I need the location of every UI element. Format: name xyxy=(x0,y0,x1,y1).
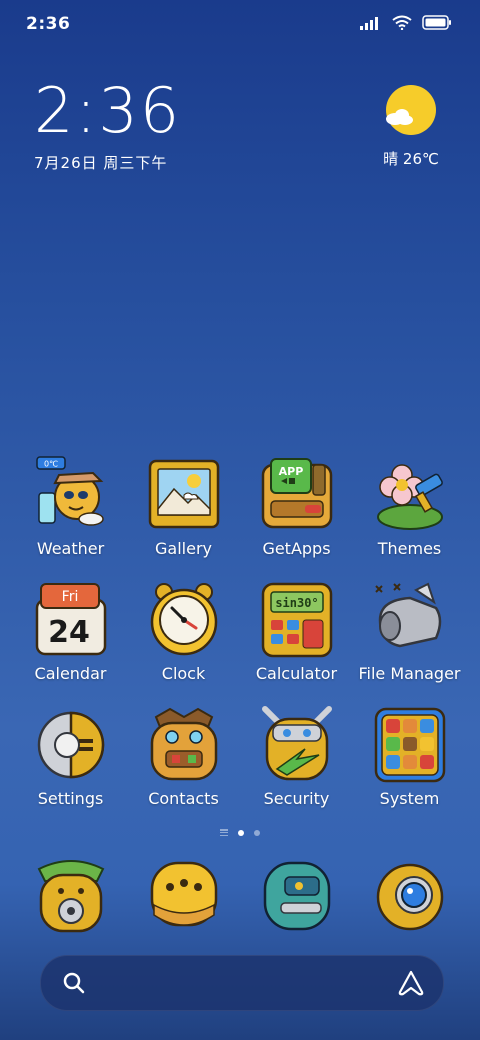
app-label: Calculator xyxy=(255,664,338,683)
getapps-icon-text: APP xyxy=(278,465,303,478)
dock-messages[interactable] xyxy=(127,855,240,935)
app-gallery[interactable]: Gallery xyxy=(127,455,240,580)
app-row: Settings Contacts Security System xyxy=(14,705,466,830)
app-label: Clock xyxy=(161,664,206,683)
dock-browser[interactable] xyxy=(240,855,353,935)
calculator-display-text: sin30° xyxy=(275,596,318,610)
app-themes[interactable]: Themes xyxy=(353,455,466,580)
camera-icon xyxy=(370,855,450,935)
app-label: Security xyxy=(263,789,330,808)
app-file-manager[interactable]: File Manager xyxy=(353,580,466,705)
getapps-icon: APP xyxy=(257,455,337,535)
app-row: 0℃ Weather Gallery APP GetApps Themes xyxy=(14,455,466,580)
widget-time: 2:36 xyxy=(34,74,182,147)
clock-widget[interactable]: 2:36 7月26日 周三下午 xyxy=(34,80,181,173)
dock-phone[interactable] xyxy=(14,855,127,935)
cellular-signal-icon xyxy=(360,16,378,30)
app-label: GetApps xyxy=(262,539,331,558)
sunny-cloud-icon xyxy=(385,84,437,136)
app-security[interactable]: Security xyxy=(240,705,353,830)
status-bar: 2:36 xyxy=(0,0,480,50)
dock-camera[interactable] xyxy=(353,855,466,935)
app-weather[interactable]: 0℃ Weather xyxy=(14,455,127,580)
app-label: System xyxy=(379,789,440,808)
contacts-icon xyxy=(144,705,224,785)
calendar-day-name: Fri xyxy=(61,589,78,605)
page-dot[interactable] xyxy=(254,829,260,836)
app-grid: 0℃ Weather Gallery APP GetApps Themes Fr… xyxy=(14,455,466,830)
messages-icon xyxy=(144,855,224,935)
browser-icon xyxy=(257,855,337,935)
app-row: Fri 24 Calendar Clock sin30° Calculator … xyxy=(14,580,466,705)
dock xyxy=(14,855,466,935)
app-label: Settings xyxy=(37,789,104,808)
wifi-icon xyxy=(392,15,412,30)
weather-badge-text: 0℃ xyxy=(43,460,57,469)
system-icon xyxy=(370,705,450,785)
phone-icon xyxy=(31,855,111,935)
app-clock[interactable]: Clock xyxy=(127,580,240,705)
widget-date: 7月26日 周三下午 xyxy=(34,154,168,172)
app-settings[interactable]: Settings xyxy=(14,705,127,830)
weather-temp: 晴 26℃ xyxy=(383,150,439,168)
weather-icon: 0℃ xyxy=(31,455,111,535)
app-getapps[interactable]: APP GetApps xyxy=(240,455,353,580)
weather-widget[interactable]: 晴 26℃ xyxy=(376,80,446,169)
search-bar[interactable] xyxy=(40,955,444,1011)
app-label: Weather xyxy=(36,539,105,558)
app-label: Gallery xyxy=(155,539,212,558)
calendar-day-number: 24 xyxy=(48,615,90,650)
calculator-icon: sin30° xyxy=(257,580,337,660)
app-contacts[interactable]: Contacts xyxy=(127,705,240,830)
clock-icon xyxy=(144,580,224,660)
page-indicator[interactable] xyxy=(0,829,480,836)
settings-icon xyxy=(31,705,111,785)
search-icon[interactable] xyxy=(61,970,87,996)
app-label: Calendar xyxy=(34,664,107,683)
page-dot-active[interactable] xyxy=(238,829,244,836)
file-manager-icon xyxy=(370,580,450,660)
feed-page-indicator[interactable] xyxy=(220,829,228,836)
gallery-icon xyxy=(144,455,224,535)
battery-icon xyxy=(422,15,451,30)
app-calculator[interactable]: sin30° Calculator xyxy=(240,580,353,705)
app-label: File Manager xyxy=(358,664,461,683)
themes-icon xyxy=(370,455,450,535)
app-calendar[interactable]: Fri 24 Calendar xyxy=(14,580,127,705)
security-icon xyxy=(257,705,337,785)
assistant-icon[interactable] xyxy=(397,969,425,997)
calendar-icon: Fri 24 xyxy=(31,580,111,660)
app-label: Contacts xyxy=(148,789,219,808)
app-label: Themes xyxy=(377,539,442,558)
status-time: 2:36 xyxy=(26,14,71,34)
status-icons xyxy=(360,15,452,30)
app-system[interactable]: System xyxy=(353,705,466,830)
